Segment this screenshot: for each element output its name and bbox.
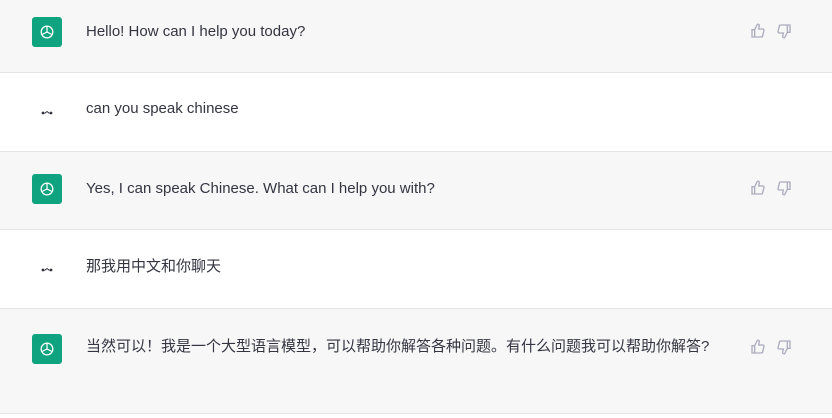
message-text: can you speak chinese — [86, 100, 239, 117]
message-text: Hello! How can I help you today? — [86, 23, 306, 40]
assistant-message: 当然可以！我是一个大型语言模型，可以帮助你解答各种问题。有什么问题我可以帮助你解… — [0, 309, 832, 414]
message-actions — [750, 339, 792, 355]
assistant-message: Hello! How can I help you today? — [0, 0, 832, 73]
thumbs-down-icon[interactable] — [776, 180, 792, 196]
message-text: 那我用中文和你聊天 — [86, 258, 222, 275]
message-actions — [750, 23, 792, 39]
user-avatar-icon — [32, 97, 62, 127]
message-text: Yes, I can speak Chinese. What can I hel… — [86, 180, 435, 197]
thumbs-up-icon[interactable] — [750, 23, 766, 39]
openai-logo-icon — [32, 17, 62, 47]
message-actions — [750, 180, 792, 196]
user-message: can you speak chinese — [0, 73, 832, 152]
openai-logo-icon — [32, 334, 62, 364]
user-message: 那我用中文和你聊天 — [0, 230, 832, 309]
user-avatar-icon — [32, 254, 62, 284]
thumbs-down-icon[interactable] — [776, 339, 792, 355]
message-text: 当然可以！我是一个大型语言模型，可以帮助你解答各种问题。有什么问题我可以帮助你解… — [86, 338, 710, 355]
assistant-message: Yes, I can speak Chinese. What can I hel… — [0, 152, 832, 230]
thumbs-down-icon[interactable] — [776, 23, 792, 39]
chat-thread: Hello! How can I help you today? can you… — [0, 0, 832, 418]
thumbs-up-icon[interactable] — [750, 339, 766, 355]
thumbs-up-icon[interactable] — [750, 180, 766, 196]
openai-logo-icon — [32, 174, 62, 204]
